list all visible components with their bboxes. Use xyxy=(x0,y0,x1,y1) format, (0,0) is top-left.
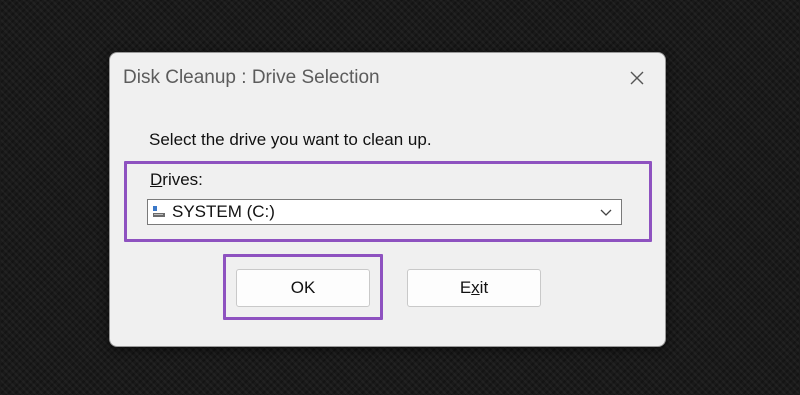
drives-label: Drives: xyxy=(150,170,203,190)
drives-label-mnemonic: D xyxy=(150,170,163,189)
drives-dropdown[interactable]: SYSTEM (C:) xyxy=(147,199,622,225)
close-button[interactable] xyxy=(624,65,650,91)
selected-drive: SYSTEM (C:) xyxy=(172,202,275,221)
chevron-down-icon xyxy=(599,205,613,219)
close-icon xyxy=(630,71,644,85)
exit-label-mnemonic: x xyxy=(471,278,480,297)
exit-label-post: it xyxy=(479,278,489,297)
ok-button[interactable]: OK xyxy=(236,269,370,307)
exit-button[interactable]: Ex it xyxy=(407,269,541,307)
disk-cleanup-dialog: Disk Cleanup : Drive Selection Select th… xyxy=(109,52,666,347)
drive-icon xyxy=(152,205,166,219)
instruction-text: Select the drive you want to clean up. xyxy=(149,130,432,149)
dialog-title: Disk Cleanup : Drive Selection xyxy=(123,67,380,88)
exit-label-pre: E xyxy=(459,278,472,297)
drives-label-rest: rives: xyxy=(162,170,203,189)
